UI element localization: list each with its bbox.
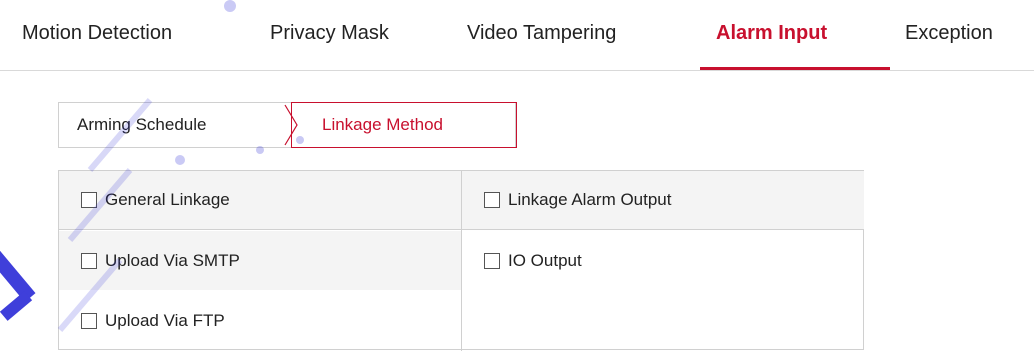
tab-privacy-mask[interactable]: Privacy Mask bbox=[270, 22, 389, 45]
linkage-row-alarm-output: Linkage Alarm Output bbox=[462, 171, 864, 230]
linkage-column-right: Linkage Alarm Output IO Output bbox=[461, 171, 864, 351]
tab-alarm-input[interactable]: Alarm Input bbox=[716, 22, 827, 45]
subtab-linkage-method[interactable]: Linkage Method bbox=[291, 102, 517, 148]
subtab-arming-schedule[interactable]: Arming Schedule bbox=[59, 103, 224, 147]
linkage-row-smtp: Upload Via SMTP bbox=[59, 231, 461, 290]
tab-motion-detection[interactable]: Motion Detection bbox=[22, 22, 172, 45]
active-tab-indicator bbox=[700, 67, 890, 70]
linkage-row-general: General Linkage bbox=[59, 171, 461, 230]
linkage-row-io-output: IO Output bbox=[462, 231, 864, 290]
io-output-checkbox[interactable] bbox=[484, 252, 500, 269]
upload-ftp-label: Upload Via FTP bbox=[105, 310, 225, 330]
top-tab-bar: Motion Detection Privacy Mask Video Tamp… bbox=[0, 0, 1034, 71]
general-linkage-checkbox[interactable] bbox=[81, 192, 97, 208]
general-linkage-label: General Linkage bbox=[105, 190, 230, 209]
linkage-row-ftp: Upload Via FTP bbox=[59, 291, 461, 350]
linkage-alarm-output-label: Linkage Alarm Output bbox=[508, 190, 672, 209]
upload-smtp-label: Upload Via SMTP bbox=[105, 250, 240, 270]
linkage-table: General Linkage Upload Via SMTP Upload V… bbox=[58, 170, 864, 351]
linkage-alarm-output-checkbox[interactable] bbox=[484, 192, 500, 208]
linkage-column-left: General Linkage Upload Via SMTP Upload V… bbox=[59, 171, 461, 351]
tab-video-tampering[interactable]: Video Tampering bbox=[467, 22, 616, 45]
sub-tab-bar: Arming Schedule Linkage Method bbox=[58, 102, 517, 148]
io-output-label: IO Output bbox=[508, 250, 582, 270]
tab-exception[interactable]: Exception bbox=[905, 22, 993, 45]
upload-ftp-checkbox[interactable] bbox=[81, 312, 97, 329]
upload-smtp-checkbox[interactable] bbox=[81, 252, 97, 269]
